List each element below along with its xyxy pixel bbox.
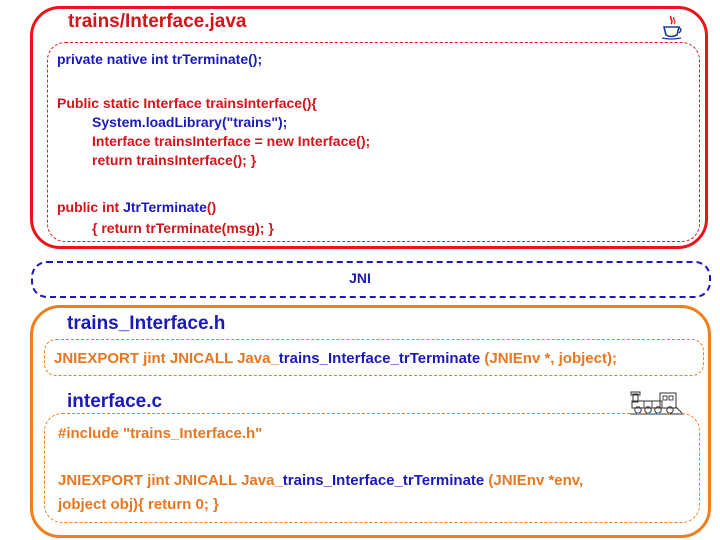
header-token-params: (JNIEnv *, jobject); (480, 350, 617, 367)
header-token-prefix: JNIEXPORT jint JNICALL Java_ (54, 350, 279, 367)
code-line-static-method: Public static Interface trainsInterface(… (57, 95, 317, 111)
c-code-include: #include "trains_Interface.h" (58, 425, 263, 442)
code-line-return-terminate: { return trTerminate(msg); } (92, 220, 274, 236)
java-coffee-cup-icon (661, 15, 682, 40)
code-line-new-interface: Interface trainsInterface = new Interfac… (92, 133, 371, 149)
header-file-title: trains_Interface.h (67, 313, 226, 334)
java-file-title: trains/Interface.java (68, 11, 247, 32)
c-code-signature: JNIEXPORT jint JNICALL Java_trains_Inter… (58, 472, 583, 489)
code-token-jtrterminate: JtrTerminate (123, 199, 207, 215)
code-line-native-decl: private native int trTerminate(); (57, 51, 263, 67)
header-token-function: trains_Interface_trTerminate (278, 350, 481, 367)
c-token-function: trains_Interface_trTerminate (282, 472, 485, 489)
code-token-parens: () (206, 199, 217, 215)
code-line-public-method: public int JtrTerminate() (57, 199, 216, 216)
c-token-params: (JNIEnv *env, (484, 472, 584, 489)
code-line-return-interface: return trainsInterface(); } (92, 152, 257, 168)
c-code-body: jobject obj){ return 0; } (58, 496, 219, 513)
code-token-public-int: public int (57, 199, 124, 215)
code-line-load-library: System.loadLibrary("trains"); (92, 114, 288, 130)
c-token-prefix: JNIEXPORT jint JNICALL Java_ (58, 472, 283, 489)
jni-label: JNI (349, 270, 371, 286)
c-file-title: interface.c (67, 391, 163, 412)
header-code-line: JNIEXPORT jint JNICALL Java_trains_Inter… (54, 350, 617, 367)
train-locomotive-icon (630, 391, 684, 415)
